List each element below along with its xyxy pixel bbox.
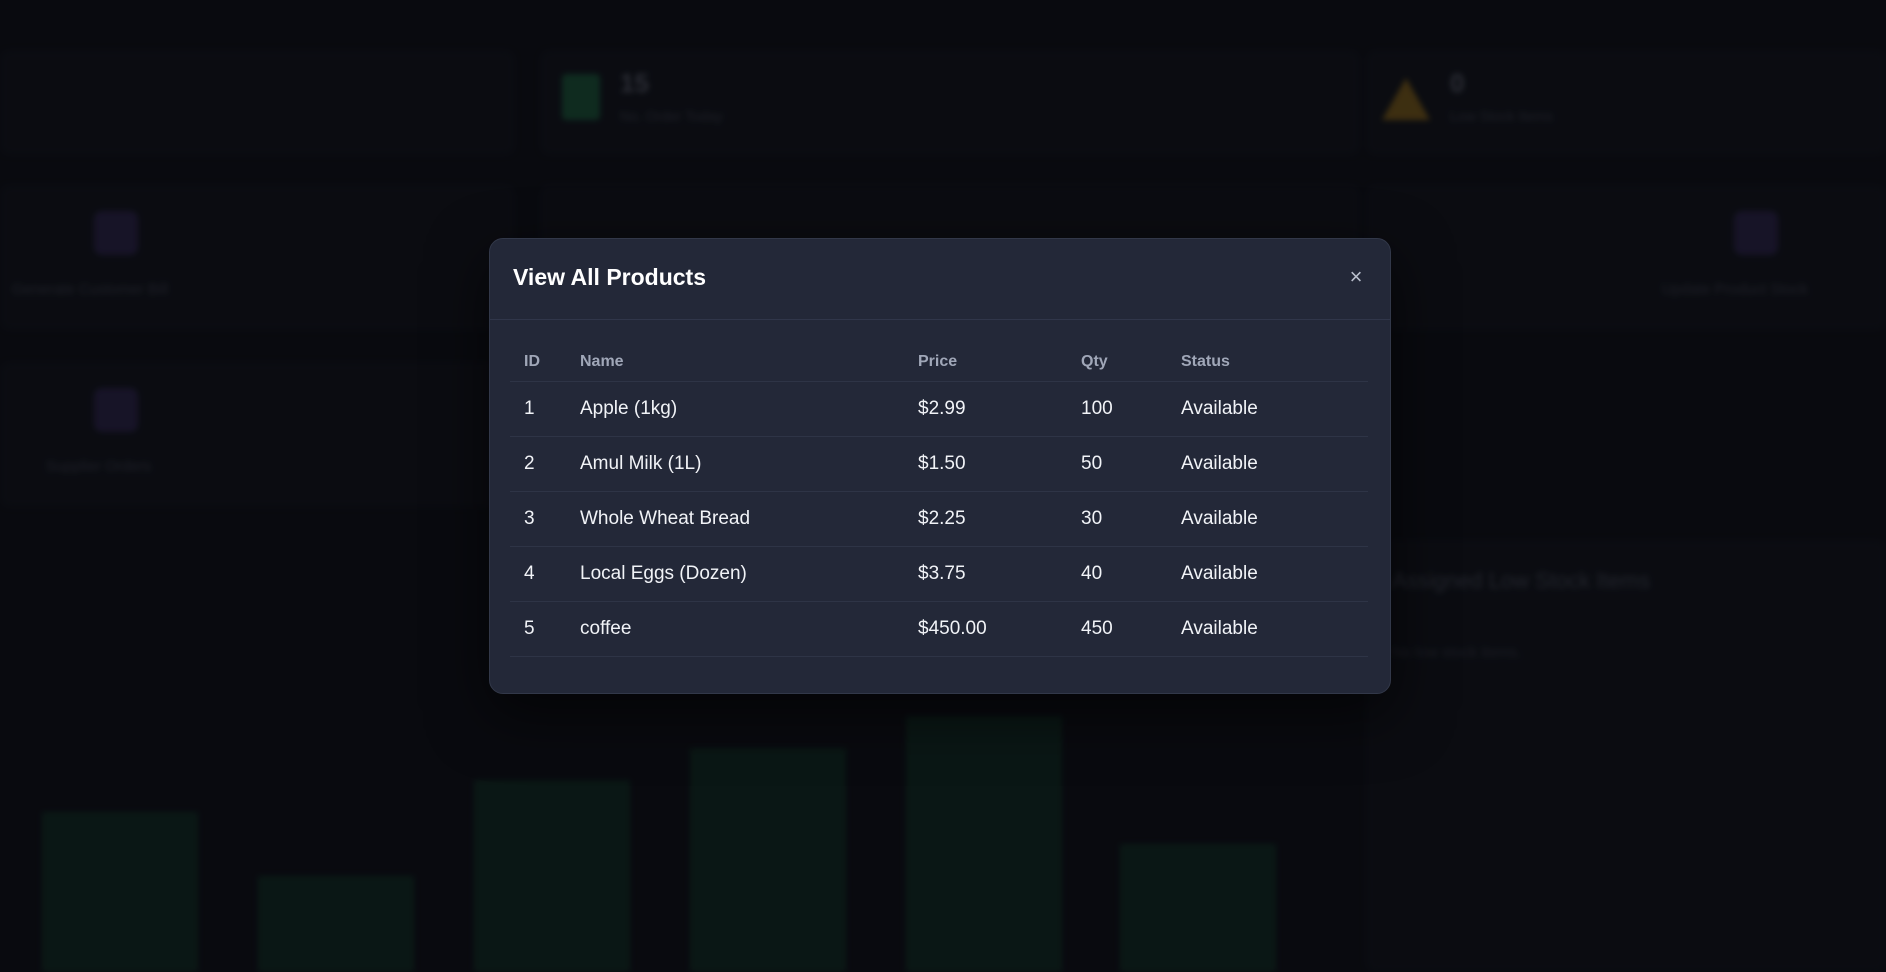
cell-name: Whole Wheat Bread — [580, 508, 751, 529]
cell-qty: 50 — [1081, 453, 1103, 474]
cell-status: Available — [1181, 508, 1258, 529]
cell-qty: 100 — [1081, 398, 1113, 419]
modal-header: View All Products × — [490, 239, 1390, 320]
table-row: 4 Local Eggs (Dozen) $3.75 40 Available — [510, 547, 1368, 602]
col-qty: Qty — [1081, 353, 1108, 370]
cell-status: Available — [1181, 618, 1258, 639]
cell-name: coffee — [580, 618, 632, 639]
cell-price: $1.50 — [918, 453, 966, 474]
cell-price: $3.75 — [918, 563, 966, 584]
cell-price: $450.00 — [918, 618, 987, 639]
table-header: ID Name Price Qty Status — [510, 343, 1368, 382]
modal-title: View All Products — [513, 264, 706, 290]
cell-id: 2 — [524, 453, 535, 474]
table-row: 3 Whole Wheat Bread $2.25 30 Available — [510, 492, 1368, 547]
cell-id: 3 — [524, 508, 535, 529]
cell-name: Apple (1kg) — [580, 398, 678, 419]
cell-status: Available — [1181, 563, 1258, 584]
cell-name: Amul Milk (1L) — [580, 453, 702, 474]
cell-name: Local Eggs (Dozen) — [580, 563, 747, 584]
cell-id: 5 — [524, 618, 535, 639]
cell-id: 1 — [524, 398, 535, 419]
col-price: Price — [918, 353, 958, 370]
table-row: 1 Apple (1kg) $2.99 100 Available — [510, 382, 1368, 437]
table-row: 5 coffee $450.00 450 Available — [510, 602, 1368, 657]
col-status: Status — [1181, 353, 1230, 370]
close-icon[interactable]: × — [1342, 263, 1370, 291]
table-row: 2 Amul Milk (1L) $1.50 50 Available — [510, 437, 1368, 492]
cell-id: 4 — [524, 563, 535, 584]
products-table: ID Name Price Qty Status 1 Apple (1kg) $… — [510, 343, 1368, 657]
cell-qty: 40 — [1081, 563, 1103, 584]
col-name: Name — [580, 353, 624, 370]
cell-status: Available — [1181, 398, 1258, 419]
cell-price: $2.25 — [918, 508, 966, 529]
cell-qty: 450 — [1081, 618, 1113, 639]
cell-status: Available — [1181, 453, 1258, 474]
view-products-modal: View All Products × ID Name Price Qty St… — [489, 238, 1391, 694]
cell-price: $2.99 — [918, 398, 966, 419]
cell-qty: 30 — [1081, 508, 1103, 529]
col-id: ID — [524, 353, 540, 370]
